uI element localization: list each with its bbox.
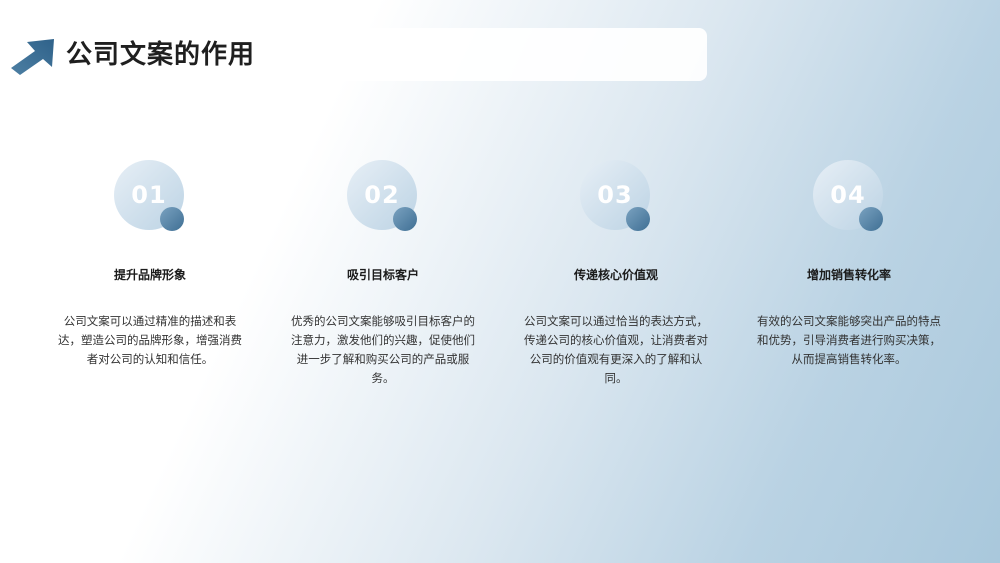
card-description: 公司文案可以通过恰当的表达方式，传递公司的核心价值观，让消费者对公司的价值观有更… [524, 314, 708, 385]
card-2: 02 吸引目标客户 优秀的公司文案能够吸引目标客户的注意力，激发他们的兴趣，促使… [283, 160, 483, 388]
card-description: 有效的公司文案能够突出产品的特点和优势，引导消费者进行购买决策，从而提高销售转化… [757, 314, 941, 366]
badge-number: 02 [364, 181, 400, 209]
card-title: 传递核心价值观 [573, 268, 658, 282]
card-description: 优秀的公司文案能够吸引目标客户的注意力，激发他们的兴趣，促使他们进一步了解和购买… [291, 314, 475, 385]
card-3: 03 传递核心价值观 公司文案可以通过恰当的表达方式，传递公司的核心价值观，让消… [516, 160, 716, 388]
card-title: 提升品牌形象 [113, 268, 186, 282]
card-title: 增加销售转化率 [806, 268, 891, 282]
page-title: 公司文案的作用 [66, 40, 256, 70]
card-title: 吸引目标客户 [346, 268, 419, 282]
number-badge: 01 [114, 160, 186, 232]
arrow-up-right-icon [11, 39, 54, 75]
card-4: 04 增加销售转化率 有效的公司文案能够突出产品的特点和优势，引导消费者进行购买… [749, 160, 949, 369]
badge-number: 04 [830, 181, 866, 209]
badge-number: 03 [597, 181, 633, 209]
number-badge: 02 [347, 160, 419, 232]
number-badge: 04 [813, 160, 885, 232]
number-badge: 03 [580, 160, 652, 232]
card-description: 公司文案可以通过精准的描述和表达，塑造公司的品牌形象，增强消费者对公司的认知和信… [58, 314, 242, 366]
card-1: 01 提升品牌形象 公司文案可以通过精准的描述和表达，塑造公司的品牌形象，增强消… [50, 160, 250, 369]
badge-number: 01 [131, 181, 167, 209]
